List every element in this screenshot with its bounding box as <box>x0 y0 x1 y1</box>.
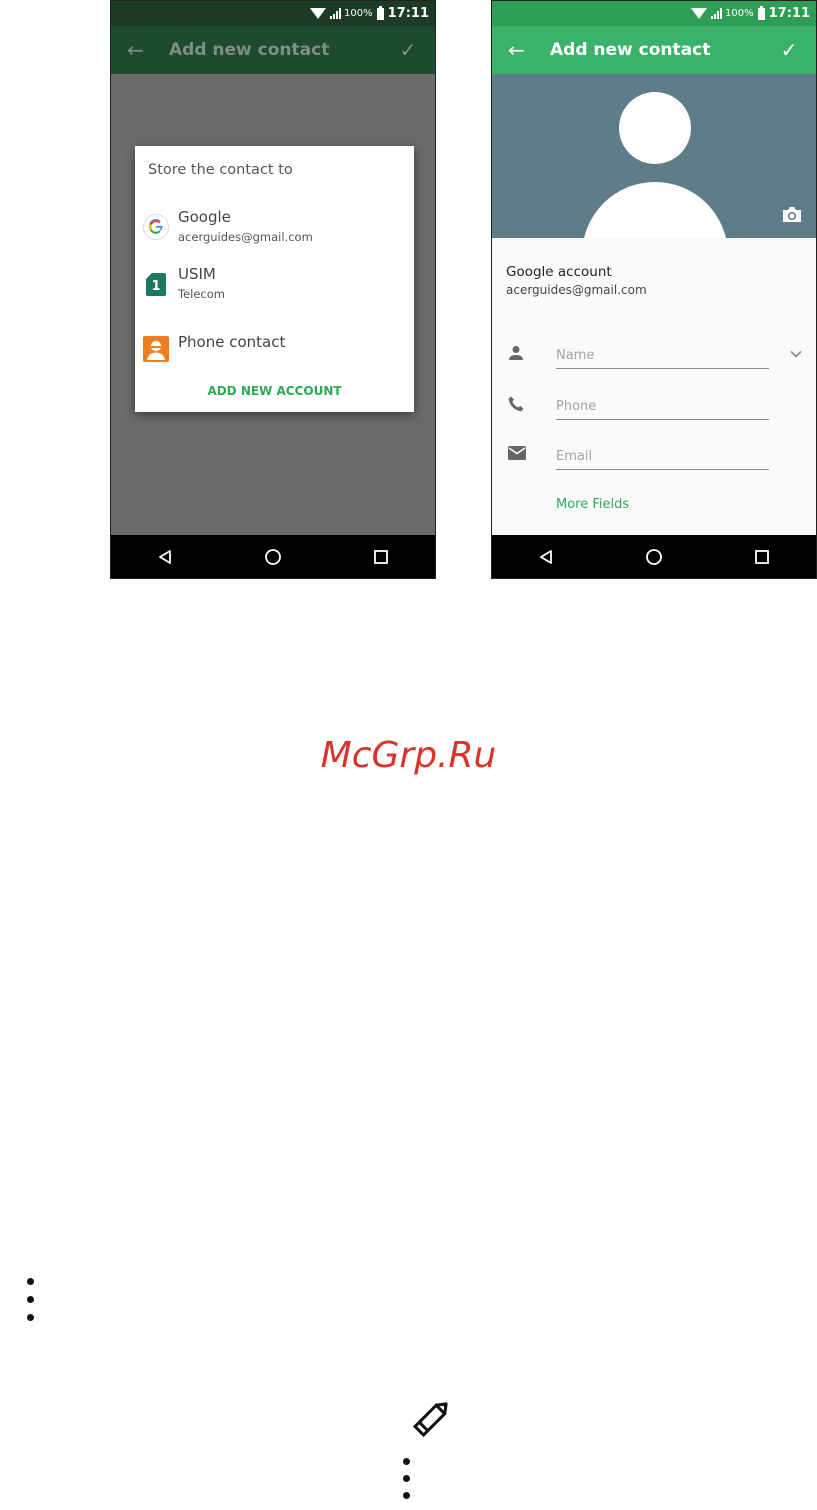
phone-screen-contact-form: 100% 17:11 ← Add new contact ✓ Google ac… <box>491 0 817 579</box>
page-title: Add new contact <box>550 40 711 60</box>
phone-icon <box>508 396 524 412</box>
google-icon <box>143 214 169 240</box>
nav-home-icon[interactable] <box>645 548 663 566</box>
account-detail: Telecom <box>178 287 225 301</box>
name-field-row <box>492 338 816 378</box>
account-name: USIM <box>178 265 216 283</box>
status-time: 17:11 <box>768 6 810 21</box>
email-icon <box>508 446 526 460</box>
account-option-google[interactable]: Google acerguides@gmail.com <box>135 208 414 252</box>
back-arrow-icon[interactable]: ← <box>127 38 153 62</box>
status-bar: 100% 17:11 <box>111 1 435 26</box>
pencil-edit-icon <box>412 1402 448 1438</box>
name-input[interactable] <box>556 342 769 369</box>
nav-recents-icon[interactable] <box>754 549 770 565</box>
battery-percent: 100% <box>344 8 373 19</box>
contact-form: Google account acerguides@gmail.com More… <box>492 238 816 535</box>
phone-field-row <box>492 389 816 429</box>
account-option-usim[interactable]: 1 USIM Telecom <box>135 265 414 309</box>
navigation-bar <box>492 535 816 578</box>
email-field-row <box>492 439 816 479</box>
battery-percent: 100% <box>725 8 754 19</box>
nav-home-icon[interactable] <box>264 548 282 566</box>
wifi-icon <box>691 8 708 19</box>
more-fields-link[interactable]: More Fields <box>556 497 629 512</box>
save-check-icon[interactable]: ✓ <box>393 38 423 62</box>
signal-icon <box>711 8 723 19</box>
back-arrow-icon[interactable]: ← <box>508 38 534 62</box>
nav-back-icon[interactable] <box>157 549 173 565</box>
app-bar: ← Add new contact ✓ <box>111 26 435 74</box>
account-name: Google <box>178 208 231 226</box>
battery-icon <box>376 5 384 20</box>
account-type-label: Google account <box>506 264 612 280</box>
contact-photo-area[interactable] <box>492 74 816 238</box>
email-input[interactable] <box>556 443 769 470</box>
signal-icon <box>330 8 342 19</box>
watermark: McGrp.Ru <box>320 735 497 776</box>
account-name: Phone contact <box>178 333 286 351</box>
person-icon <box>509 346 523 360</box>
store-contact-dialog: Store the contact to Google acerguides@g… <box>135 146 414 412</box>
sim-card-icon: 1 <box>146 273 166 296</box>
app-bar: ← Add new contact ✓ <box>492 26 816 74</box>
more-options-icon-small <box>403 1458 410 1510</box>
save-check-icon[interactable]: ✓ <box>774 38 804 62</box>
navigation-bar <box>111 535 435 578</box>
dialog-title: Store the contact to <box>148 162 293 178</box>
status-time: 17:11 <box>387 6 429 21</box>
battery-icon <box>757 5 765 20</box>
more-options-icon <box>27 1278 34 1332</box>
chevron-down-icon[interactable] <box>790 350 802 358</box>
account-detail: acerguides@gmail.com <box>178 230 313 244</box>
nav-back-icon[interactable] <box>538 549 554 565</box>
account-option-phone[interactable]: Phone contact <box>135 330 414 374</box>
avatar-placeholder-body <box>582 182 728 238</box>
status-bar: 100% 17:11 <box>492 1 816 26</box>
camera-icon[interactable] <box>782 206 802 223</box>
phone-screen-account-picker: 100% 17:11 ← Add new contact ✓ Store the… <box>110 0 436 579</box>
page-title: Add new contact <box>169 40 330 60</box>
phone-input[interactable] <box>556 393 769 420</box>
wifi-icon <box>310 8 327 19</box>
phone-contact-icon <box>143 336 169 362</box>
svg-text:1: 1 <box>151 279 160 294</box>
account-email: acerguides@gmail.com <box>506 283 647 297</box>
add-new-account-button[interactable]: ADD NEW ACCOUNT <box>135 384 414 398</box>
nav-recents-icon[interactable] <box>373 549 389 565</box>
avatar-placeholder-head <box>619 92 691 164</box>
